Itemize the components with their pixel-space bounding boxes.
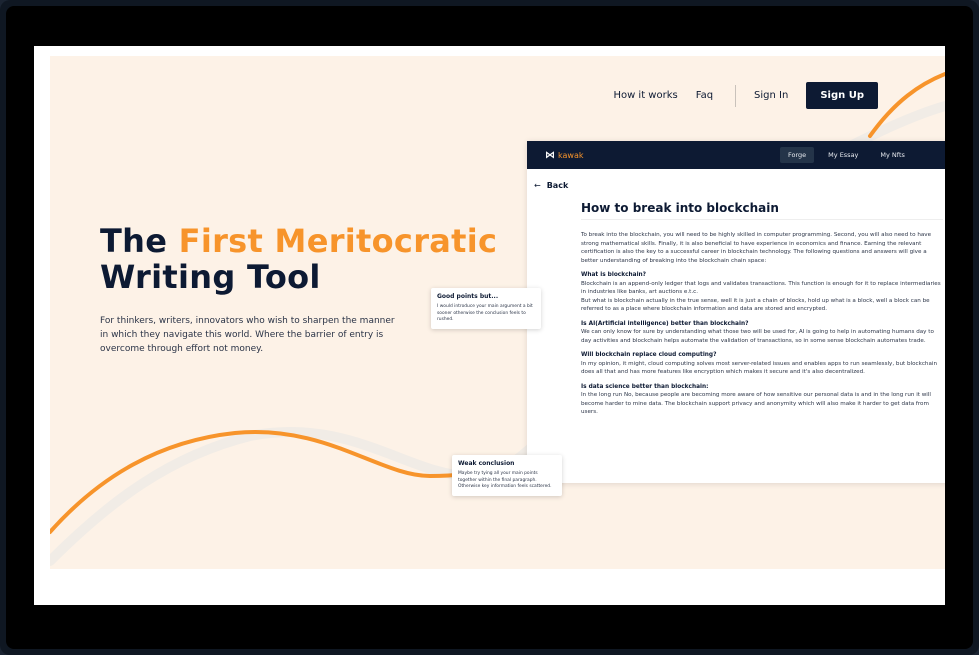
tab-forge[interactable]: Forge: [780, 147, 815, 163]
title-divider: [581, 219, 943, 220]
tab-my-essay[interactable]: My Essay: [820, 147, 866, 163]
document-title: How to break into blockchain: [581, 201, 779, 215]
feedback-card-weak-conclusion[interactable]: Weak conclusion Maybe try tying all your…: [452, 455, 562, 496]
hero-section: How it works Faq Sign In Sign Up The Fir…: [50, 56, 945, 569]
app-top-bar: ⋈ kawak Forge My Essay My Nfts: [527, 141, 945, 169]
nav-link-faq[interactable]: Faq: [696, 90, 713, 101]
hero-title-accent: First Meritocratic: [178, 222, 498, 260]
back-button[interactable]: ← Back: [534, 181, 568, 190]
document-intro: To break into the blockchain, you will n…: [581, 232, 932, 264]
hero-title-part1: The: [100, 222, 179, 260]
app-tabs: Forge My Essay My Nfts: [780, 147, 919, 163]
kawak-logo-icon: ⋈: [545, 150, 555, 161]
feedback-card-body: I would introduce your main argument a b…: [437, 304, 533, 322]
app-preview: ⋈ kawak Forge My Essay My Nfts ← Back How…: [527, 141, 945, 483]
section-body: In my opinion, it might, cloud computing…: [581, 360, 937, 376]
section-heading: Will blockchain replace cloud computing?: [581, 352, 717, 358]
section-heading: What is blockchain?: [581, 272, 647, 278]
feedback-card-good-points[interactable]: Good points but... I would introduce you…: [431, 288, 541, 329]
app-logo[interactable]: ⋈ kawak: [545, 150, 583, 161]
tab-my-nfts[interactable]: My Nfts: [872, 147, 913, 163]
nav-link-how-it-works[interactable]: How it works: [613, 90, 677, 101]
nav-divider: [735, 84, 737, 107]
section-body: We can only know for sure by understandi…: [581, 329, 934, 344]
section-body: Blockchain is an append-only ledger that…: [581, 280, 941, 313]
screen: How it works Faq Sign In Sign Up The Fir…: [34, 46, 945, 605]
orange-curve-bottom: [50, 429, 522, 534]
section-heading: Is data science better than blockchain:: [581, 383, 709, 390]
app-logo-text: kawak: [558, 151, 584, 160]
sign-in-link[interactable]: Sign In: [754, 90, 788, 101]
top-nav: How it works Faq Sign In Sign Up: [595, 82, 878, 109]
hero-title: The First Meritocratic Writing Tool: [100, 223, 497, 295]
feedback-card-title: Weak conclusion: [458, 460, 515, 467]
sign-up-button[interactable]: Sign Up: [806, 82, 878, 109]
feedback-card-title: Good points but...: [437, 293, 499, 300]
document-body: To break into the blockchain, you will n…: [581, 231, 943, 423]
section-body: In the long run No, because people are b…: [581, 392, 931, 415]
section-heading: Is AI(Artificial intelligence) better th…: [581, 320, 749, 327]
arrow-left-icon: ←: [534, 181, 541, 190]
feedback-card-body: Maybe try tying all your main points tog…: [458, 471, 552, 489]
hero-subtitle: For thinkers, writers, innovators who wi…: [100, 316, 395, 354]
back-label: Back: [546, 181, 569, 190]
hero-title-part2: Writing Tool: [100, 258, 321, 296]
